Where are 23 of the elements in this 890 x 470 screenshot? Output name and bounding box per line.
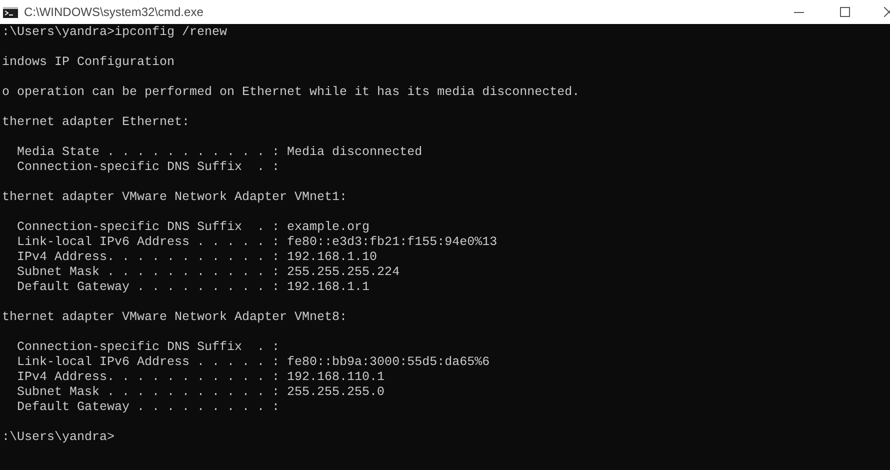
console-line: IPv4 Address. . . . . . . . . . . : 192.168.1.10 — [16, 250, 378, 265]
console-line: o operation can be performed on Ethernet while it has its media disconnected. — [2, 85, 580, 100]
console-line: Link-local IPv6 Address . . . . . : fe80::e3d3:fb21:f155:94e0%13 — [16, 235, 498, 250]
console-line: Connection-specific DNS Suffix . : — [16, 160, 280, 175]
console-app-icon — [3, 6, 18, 18]
console-line: Media State . . . . . . . . . . . : Media disconnected — [16, 145, 422, 160]
console-line: :\Users\yandra>ipconfig /renew — [2, 25, 228, 40]
console-line: Connection-specific DNS Suffix . : example.org — [16, 220, 370, 235]
console-line: Connection-specific DNS Suffix . : — [16, 340, 280, 355]
console-line: thernet adapter Ethernet: — [2, 115, 190, 130]
console-line: Subnet Mask . . . . . . . . . . . : 255.255.255.0 — [16, 385, 385, 400]
console-line: IPv4 Address. . . . . . . . . . . : 192.168.110.1 — [16, 370, 385, 385]
close-icon — [884, 7, 890, 17]
console-line: Default Gateway . . . . . . . . . : 192.168.1.1 — [16, 280, 370, 295]
console-line: indows IP Configuration — [2, 55, 175, 70]
console-line: Link-local IPv6 Address . . . . . : fe80::bb9a:3000:55d5:da65%6 — [16, 355, 490, 370]
console-line: thernet adapter VMware Network Adapter VMnet1: — [2, 190, 348, 205]
console-line: Subnet Mask . . . . . . . . . . . : 255.255.255.224 — [16, 265, 400, 280]
console-line: :\Users\yandra> — [2, 430, 115, 445]
maximize-icon — [840, 7, 850, 17]
window-title: C:\WINDOWS\system32\cmd.exe — [24, 4, 204, 21]
console-line: thernet adapter VMware Network Adapter VMnet8: — [2, 310, 348, 325]
console-line: Default Gateway . . . . . . . . . : — [16, 400, 280, 415]
